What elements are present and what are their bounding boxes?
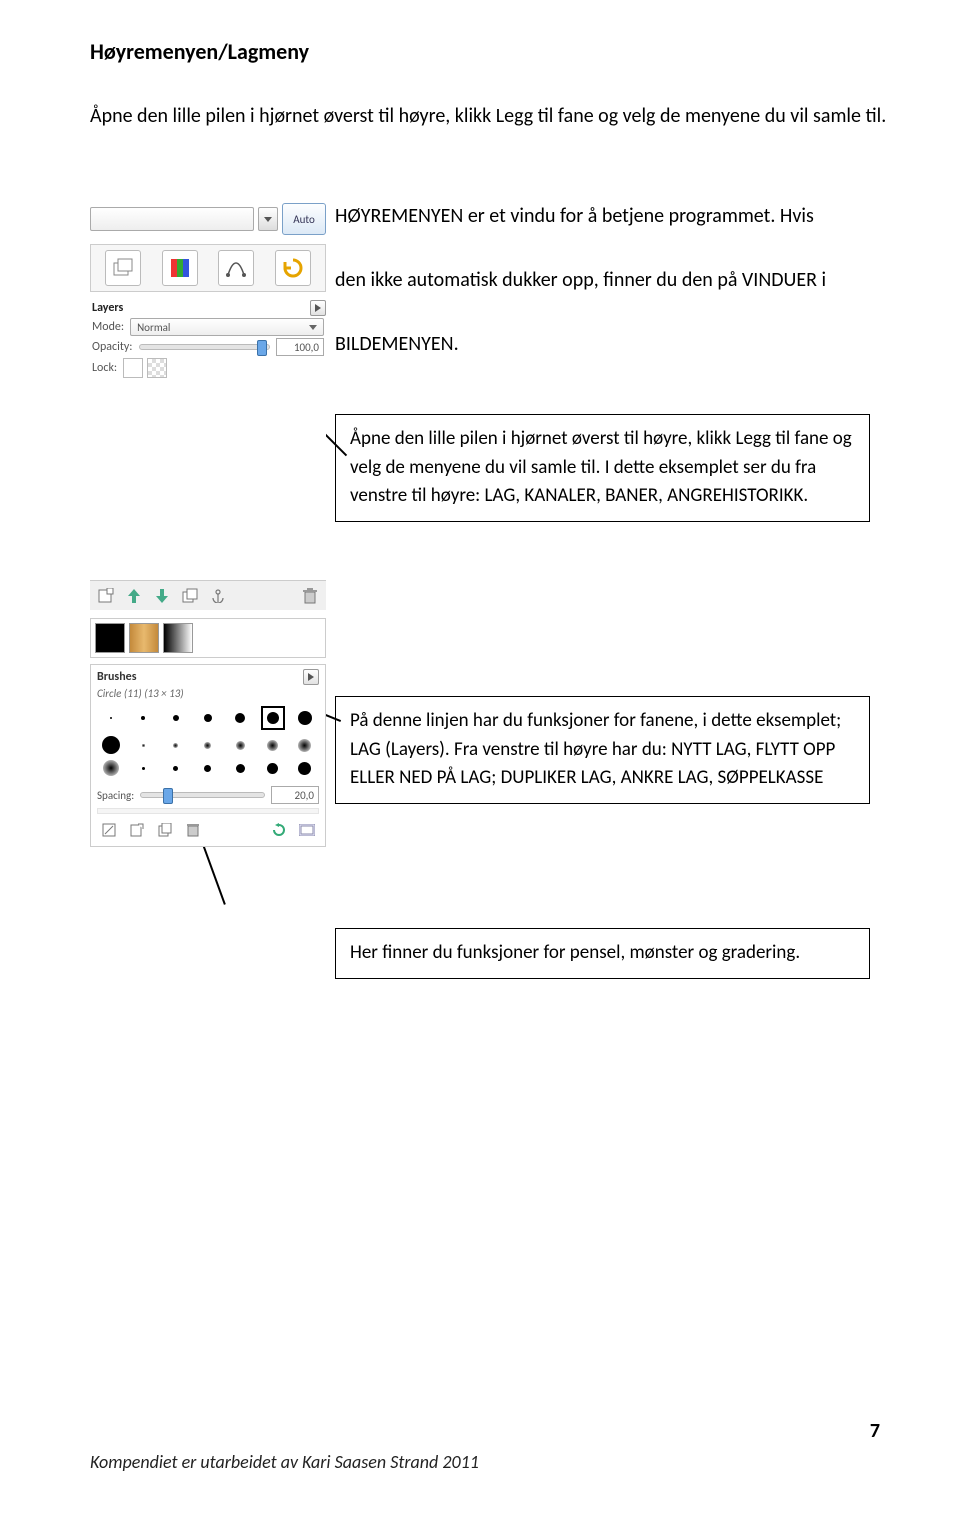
new-layer-icon[interactable]: [96, 586, 116, 606]
brush-preset[interactable]: [236, 764, 245, 773]
lower-layer-icon[interactable]: [152, 586, 172, 606]
opacity-value[interactable]: 100,0: [276, 338, 324, 356]
lock-pixels-toggle[interactable]: [123, 358, 143, 378]
anchor-layer-icon[interactable]: [208, 586, 228, 606]
auto-button[interactable]: Auto: [282, 203, 326, 235]
callout-layer-functions: På denne linjen har du funksjoner for fa…: [335, 696, 870, 804]
mode-value: Normal: [137, 321, 170, 334]
spacing-row: Spacing: 20,0: [97, 786, 319, 804]
spacing-label: Spacing:: [97, 789, 134, 802]
slider-thumb[interactable]: [163, 788, 173, 804]
brush-preset[interactable]: [103, 760, 119, 776]
slider-thumb[interactable]: [257, 340, 267, 356]
intro-paragraph-2-line-3: BILDEMENYEN.: [335, 328, 895, 360]
brush-preset[interactable]: [110, 717, 112, 719]
layers-list-area[interactable]: [90, 380, 326, 580]
gimp-panel-screenshot: Auto Layers Mode: Normal Opacity:: [90, 200, 326, 847]
opacity-slider[interactable]: [139, 344, 271, 350]
brush-preset[interactable]: [142, 767, 145, 770]
open-as-image-icon[interactable]: [297, 820, 317, 840]
brush-preset[interactable]: [204, 714, 212, 722]
brush-preset[interactable]: [235, 713, 245, 723]
brush-preset[interactable]: [142, 744, 145, 747]
top-input[interactable]: [90, 207, 254, 231]
page-number: 7: [870, 1419, 880, 1443]
divider: [97, 808, 319, 814]
brush-bottom-toolbar: [97, 820, 319, 840]
edit-brush-icon[interactable]: [99, 820, 119, 840]
mode-label: Mode:: [92, 320, 124, 334]
brush-grid[interactable]: [97, 706, 319, 776]
brush-preset[interactable]: [298, 762, 311, 775]
pattern-swatch[interactable]: [129, 623, 159, 653]
brush-preset[interactable]: [173, 766, 178, 771]
paths-tab-icon[interactable]: [218, 250, 254, 286]
callout-brush-functions: Her finner du funksjoner for pensel, møn…: [335, 928, 870, 979]
gradient-swatch[interactable]: [163, 623, 193, 653]
brush-preset[interactable]: [298, 711, 312, 725]
opacity-label: Opacity:: [92, 340, 133, 354]
brush-preset[interactable]: [204, 765, 211, 772]
brush-preset[interactable]: [173, 715, 179, 721]
mode-row: Mode: Normal: [92, 318, 324, 336]
delete-brush-icon[interactable]: [183, 820, 203, 840]
dock-tabs-row: [90, 244, 326, 292]
top-dropdown-icon[interactable]: [258, 207, 278, 231]
undo-history-tab-icon[interactable]: [275, 250, 311, 286]
brush-preset-selected[interactable]: [261, 706, 285, 730]
swatch-row: [90, 618, 326, 658]
intro-paragraph-2-line-2: den ikke automatisk dukker opp, finner d…: [335, 264, 895, 296]
brush-preset[interactable]: [267, 763, 278, 774]
opacity-row: Opacity: 100,0: [92, 338, 324, 356]
layers-label-text: Layers: [92, 301, 123, 315]
footer-credit: Kompendiet er utarbeidet av Kari Saasen …: [90, 1451, 479, 1473]
callout-tabs: Åpne den lille pilen i hjørnet øverst ti…: [335, 414, 870, 522]
panel-top-strip: Auto: [90, 200, 326, 238]
intro-paragraph-1: Åpne den lille pilen i hjørnet øverst ti…: [90, 100, 890, 132]
mode-dropdown[interactable]: Normal: [130, 318, 324, 336]
layers-bottom-toolbar: [90, 580, 326, 610]
brushes-label: Brushes: [97, 670, 137, 684]
brushes-menu-icon[interactable]: [303, 669, 319, 685]
layers-tab-icon[interactable]: [105, 250, 141, 286]
page-title: Høyremenyen/Lagmeny: [90, 38, 309, 65]
duplicate-brush-icon[interactable]: [155, 820, 175, 840]
layers-section-label: Layers: [92, 300, 326, 316]
new-brush-icon[interactable]: [127, 820, 147, 840]
lock-alpha-toggle[interactable]: [147, 358, 167, 378]
intro-paragraph-2-line-1: HØYREMENYEN er et vindu for å betjene pr…: [335, 200, 895, 232]
brush-preset[interactable]: [141, 716, 145, 720]
lock-row: Lock:: [92, 358, 324, 378]
brush-swatch[interactable]: [95, 623, 125, 653]
delete-layer-icon[interactable]: [300, 586, 320, 606]
brush-name-label: Circle (11) (13 × 13): [97, 687, 319, 700]
brushes-section: Brushes Circle (11) (13 × 13): [90, 664, 326, 847]
panel-menu-icon[interactable]: [310, 300, 326, 316]
duplicate-layer-icon[interactable]: [180, 586, 200, 606]
channels-tab-icon[interactable]: [162, 250, 198, 286]
brush-preset[interactable]: [298, 739, 311, 752]
raise-layer-icon[interactable]: [124, 586, 144, 606]
spacing-slider[interactable]: [140, 792, 265, 798]
brush-preset[interactable]: [204, 742, 211, 749]
spacing-value[interactable]: 20,0: [271, 786, 319, 804]
brush-preset[interactable]: [267, 740, 278, 751]
brush-preset[interactable]: [236, 741, 245, 750]
refresh-brushes-icon[interactable]: [269, 820, 289, 840]
brush-preset[interactable]: [173, 743, 178, 748]
lock-tiles: [123, 358, 167, 378]
lock-label: Lock:: [92, 361, 117, 375]
brush-preset[interactable]: [102, 736, 120, 754]
